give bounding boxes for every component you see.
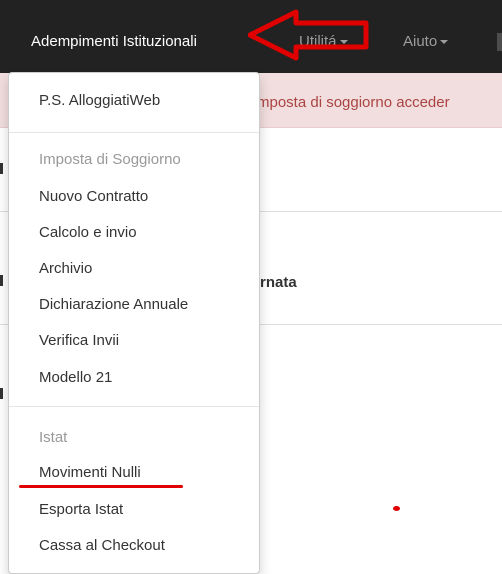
content-edge-mark [0,163,3,174]
menu-item-modello-21[interactable]: Modello 21 [39,369,112,387]
menu-item-archivio[interactable]: Archivio [39,260,92,278]
menu-item-nuovo-contratto[interactable]: Nuovo Contratto [39,188,148,206]
menu-item-calcolo-e-invio[interactable]: Calcolo e invio [39,224,137,242]
menu-item-verifica-invii[interactable]: Verifica Invii [39,332,119,350]
content-edge-mark [0,388,3,399]
caret-down-icon [440,40,449,45]
red-underline-annotation [19,485,183,488]
menu-item-esporta-istat[interactable]: Esporta Istat [39,501,123,519]
nav-aiuto-label: Aiuto [403,33,438,50]
annotation-dot [393,506,400,511]
nav-adempimenti-istituzionali[interactable]: Adempimenti Istituzionali [31,33,197,51]
alert-text: mposta di soggiorno acceder [257,94,450,111]
adempimenti-dropdown-menu: P.S. AlloggiatiWeb Imposta di Soggiorno … [8,72,260,574]
menu-divider [9,406,259,407]
red-arrow-annotation-icon [248,9,369,61]
menu-header-istat: Istat [39,429,68,446]
menu-item-cassa-al-checkout[interactable]: Cassa al Checkout [39,537,165,555]
menu-item-dichiarazione-annuale[interactable]: Dichiarazione Annuale [39,296,188,314]
nav-aiuto-dropdown[interactable]: Aiuto [403,33,449,51]
content-heading-fragment: rnata [260,274,297,291]
content-edge-mark [0,275,3,286]
menu-item-movimenti-nulli[interactable]: Movimenti Nulli [39,464,141,482]
nav-truncated-item [497,33,502,51]
menu-item-ps-alloggiatiweb[interactable]: P.S. AlloggiatiWeb [39,92,160,110]
menu-header-imposta-di-soggiorno: Imposta di Soggiorno [39,151,181,168]
menu-divider [9,132,259,133]
